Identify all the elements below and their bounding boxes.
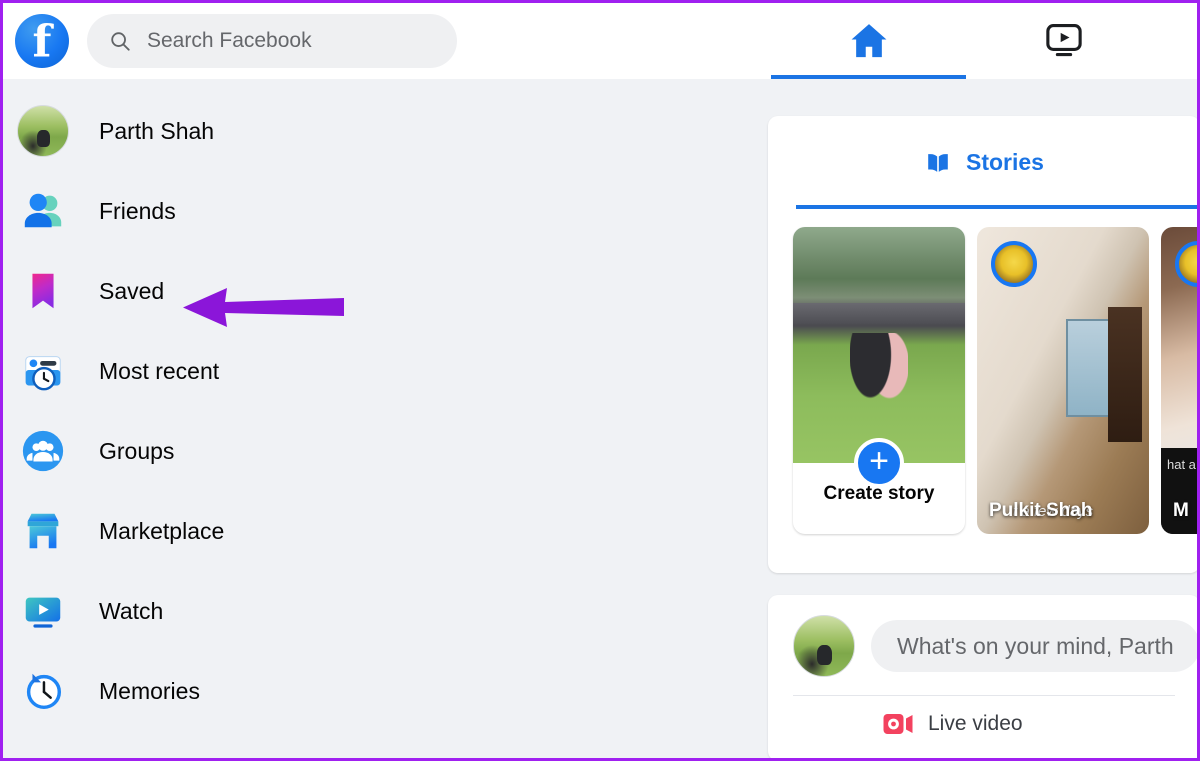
sidebar-item-label: Friends <box>99 197 176 224</box>
marketplace-icon <box>27 513 59 549</box>
tab-home[interactable] <box>771 3 966 79</box>
left-sidebar: Parth Shah Friends Saved Most recent Gro… <box>3 79 765 758</box>
tab-stories-label: Stories <box>966 149 1044 175</box>
profile-avatar-wrap <box>17 105 69 157</box>
facebook-f-glyph: f <box>32 16 52 68</box>
sidebar-item-label: Most recent <box>99 357 220 384</box>
annotation-arrow <box>183 288 344 327</box>
saved-bookmark-icon <box>32 273 54 309</box>
story-image-detail <box>1066 319 1112 418</box>
marketplace-icon-wrap <box>17 505 69 557</box>
memories-icon-wrap <box>17 665 69 717</box>
story-card[interactable]: t a few days Pulkit Shah <box>977 227 1149 534</box>
sidebar-item-label: Marketplace <box>99 517 225 544</box>
live-video-label: Live video <box>928 712 1023 735</box>
search-placeholder-text: Search Facebook <box>147 29 312 52</box>
sidebar-item-label: Groups <box>99 437 175 464</box>
story-image-detail <box>1107 306 1143 442</box>
live-video-icon <box>883 714 913 734</box>
watch-icon <box>25 597 61 628</box>
post-composer-panel: What's on your mind, Parth Live video <box>768 595 1197 758</box>
sidebar-item-label: Saved <box>99 277 165 304</box>
story-author-name: Pulkit Shah <box>989 500 1093 521</box>
app-window: f Search Facebook Parth Shah Friends Sav… <box>0 0 1200 761</box>
create-story-label: Create story <box>823 483 935 504</box>
post-input[interactable]: What's on your mind, Parth <box>871 620 1197 672</box>
composer-row: What's on your mind, Parth <box>768 595 1197 677</box>
most-recent-icon-wrap <box>17 345 69 397</box>
top-header-bar: f Search Facebook <box>3 3 1197 79</box>
sidebar-item-marketplace[interactable]: Marketplace <box>3 491 765 571</box>
most-recent-icon <box>25 356 61 391</box>
sidebar-item-watch[interactable]: Watch <box>3 571 765 651</box>
facebook-logo[interactable]: f <box>15 14 69 68</box>
stories-carousel: + Create story t a few days Pulkit Shah … <box>768 209 1197 534</box>
stories-panel: Stories + Create story t a few days Pulk… <box>768 116 1197 573</box>
watch-icon-wrap <box>17 585 69 637</box>
sidebar-item-label: Memories <box>99 677 200 704</box>
composer-actions: Live video <box>768 696 1197 736</box>
story-author-avatar <box>1175 241 1197 287</box>
search-input[interactable]: Search Facebook <box>87 14 457 68</box>
friends-icon <box>24 193 62 228</box>
sidebar-item-label: Watch <box>99 597 164 624</box>
story-author-name: M <box>1173 500 1189 521</box>
watch-video-icon <box>1045 24 1082 57</box>
memories-clock-icon <box>26 673 62 710</box>
avatar[interactable] <box>793 615 855 677</box>
sidebar-item-saved[interactable]: Saved <box>3 251 765 331</box>
avatar <box>17 105 69 157</box>
sidebar-item-profile[interactable]: Parth Shah <box>3 91 765 171</box>
sidebar-item-label: Parth Shah <box>99 117 215 144</box>
sidebar-item-most-recent[interactable]: Most recent <box>3 331 765 411</box>
book-icon <box>928 153 948 172</box>
header-nav-tabs <box>771 3 1191 79</box>
tab-watch[interactable] <box>966 3 1161 79</box>
tab-stories-active-underline <box>796 205 1197 209</box>
story-card[interactable]: hat a love M <box>1161 227 1197 534</box>
sidebar-item-friends[interactable]: Friends <box>3 171 765 251</box>
tab-home-active-underline <box>771 75 966 79</box>
groups-icon-wrap <box>17 425 69 477</box>
tab-stories[interactable]: Stories <box>768 116 1197 209</box>
create-story-card[interactable]: + Create story <box>793 227 965 534</box>
sidebar-item-groups[interactable]: Groups <box>3 411 765 491</box>
live-video-button[interactable]: Live video <box>883 712 1023 736</box>
groups-icon <box>22 430 64 472</box>
friends-icon-wrap <box>17 185 69 237</box>
create-story-thumbnail <box>793 227 965 463</box>
story-author-avatar <box>991 241 1037 287</box>
search-icon <box>111 32 130 51</box>
story-overlay-text: hat a love <box>1167 457 1197 472</box>
saved-icon-wrap <box>17 265 69 317</box>
sidebar-item-memories[interactable]: Memories <box>3 651 765 731</box>
home-icon <box>851 24 886 58</box>
